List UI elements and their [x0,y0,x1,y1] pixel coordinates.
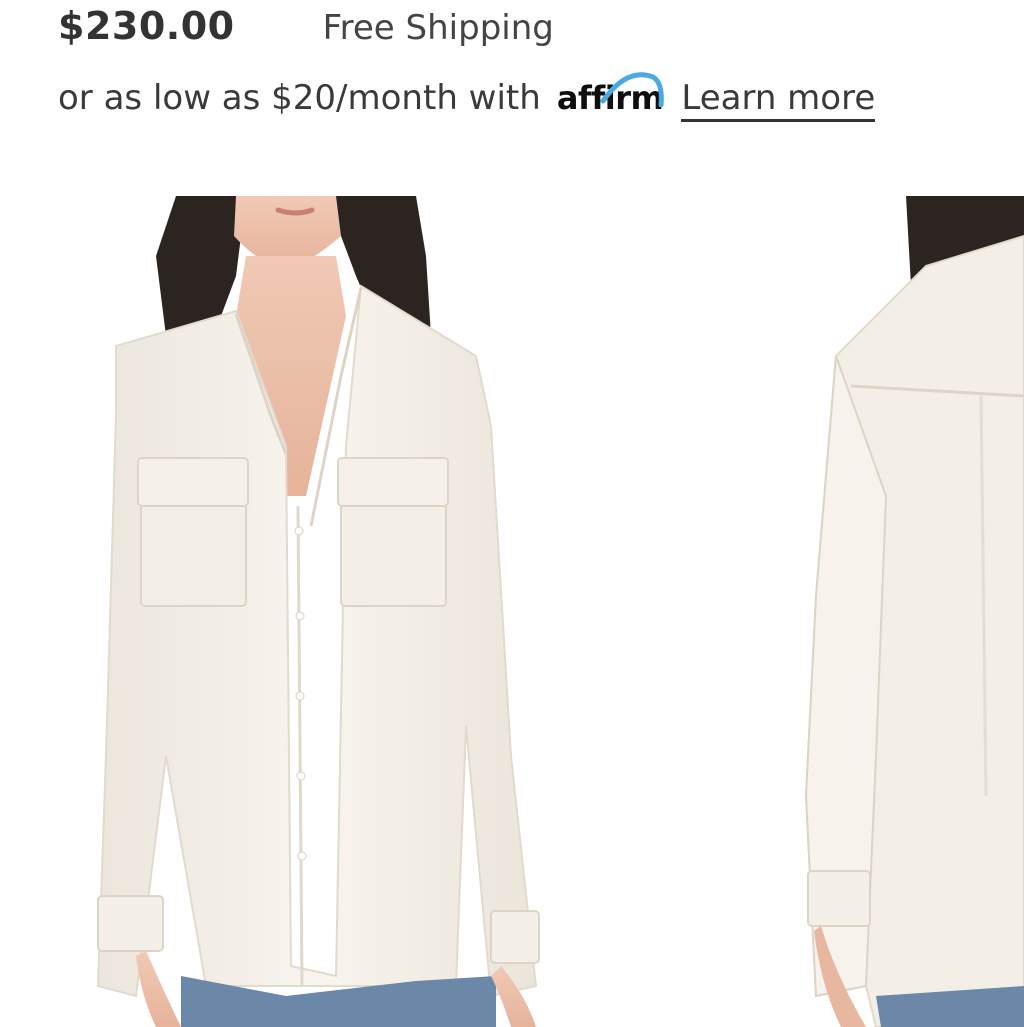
shipping-info: Free Shipping [322,8,554,48]
learn-more-link[interactable]: Learn more [681,78,876,122]
price-row: $230.00 Free Shipping [58,4,554,48]
product-image-gallery: front back [0,196,1024,1027]
financing-row: or as low as $20/month with affirm Learn… [58,72,876,128]
product-price: $230.00 [58,4,235,48]
affirm-logo: affirm [557,72,664,117]
product-detail-page: $230.00 Free Shipping or as low as $20/m… [0,0,1024,1027]
product-image-back[interactable]: back [796,196,1024,1027]
affirm-arc-icon [600,72,664,107]
blouse-back-photo-icon [804,196,1024,1027]
financing-text: or as low as $20/month with [58,78,541,118]
product-image-front[interactable]: front [86,196,546,1027]
blouse-front-photo-icon [96,196,540,1027]
